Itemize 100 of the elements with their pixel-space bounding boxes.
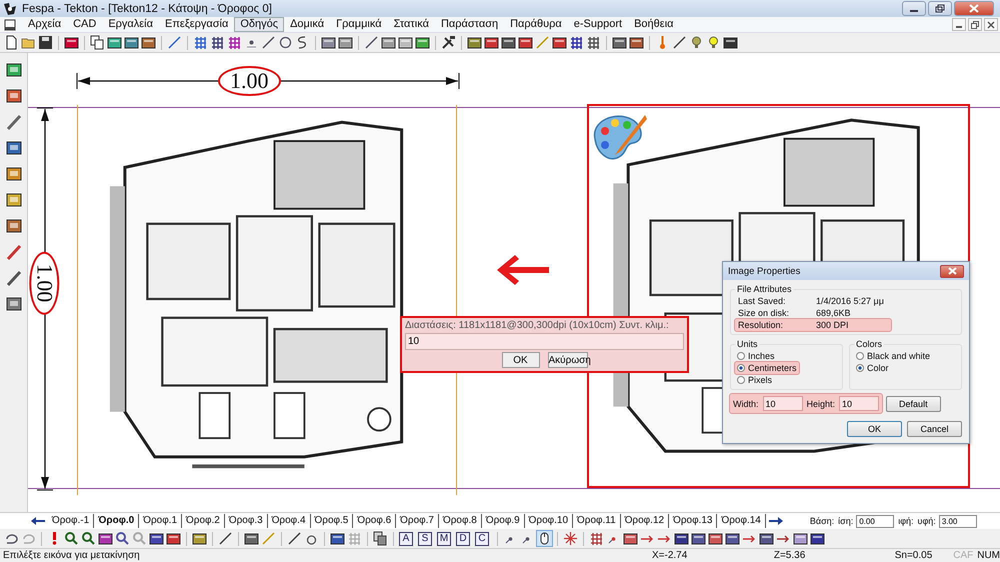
menu-item[interactable]: Δομικά <box>284 17 330 32</box>
panel-icon[interactable] <box>501 35 516 50</box>
floor-tab[interactable]: Όροφ.4 <box>268 514 311 528</box>
line-icon[interactable] <box>167 35 182 50</box>
magnifier-icon[interactable] <box>64 531 79 546</box>
line-icon[interactable] <box>364 35 379 50</box>
radio-button[interactable] <box>737 364 745 372</box>
floor-tab[interactable]: Όροφ.13 <box>669 514 718 528</box>
grid-icon[interactable] <box>193 35 208 50</box>
scale-input[interactable]: 10 <box>405 333 684 350</box>
radio-button[interactable] <box>737 376 745 384</box>
line-icon[interactable] <box>261 35 276 50</box>
floor-tab[interactable]: Όροφ.7 <box>396 514 439 528</box>
panel-icon[interactable] <box>192 531 207 546</box>
floor-tab[interactable]: Όροφ.5 <box>310 514 354 528</box>
circle-icon[interactable] <box>278 35 293 50</box>
menu-item[interactable]: CAD <box>67 17 102 32</box>
panel-icon[interactable] <box>141 35 156 50</box>
menu-item[interactable]: Οδηγός <box>234 17 284 32</box>
copy-icon[interactable] <box>373 531 388 546</box>
panel-icon[interactable] <box>64 35 79 50</box>
menu-item[interactable]: Παράθυρα <box>504 17 568 32</box>
mode-button[interactable]: C <box>475 532 489 546</box>
menu-item[interactable]: Βοήθεια <box>628 17 680 32</box>
radio-label[interactable]: Pixels <box>748 375 772 385</box>
ok-button[interactable]: OK <box>502 352 540 368</box>
radio-label[interactable]: Black and white <box>867 351 930 361</box>
panel-icon[interactable] <box>612 35 627 50</box>
minimize-button[interactable] <box>952 18 966 31</box>
bulb-icon[interactable] <box>706 35 721 50</box>
panel-icon[interactable] <box>691 531 706 546</box>
panel-icon[interactable] <box>338 35 353 50</box>
line-icon[interactable] <box>218 531 233 546</box>
panel-icon[interactable] <box>810 531 825 546</box>
grid-icon[interactable] <box>210 35 225 50</box>
panel-icon[interactable] <box>723 35 738 50</box>
floor-tab[interactable]: Όροφ.14 <box>717 514 766 528</box>
radio-button[interactable] <box>737 352 745 360</box>
level-input[interactable]: 0.00 <box>856 514 894 528</box>
close-button[interactable] <box>984 18 998 31</box>
height-input[interactable]: 10 <box>839 396 880 411</box>
panel-icon[interactable] <box>415 35 430 50</box>
panel-icon[interactable] <box>107 35 122 50</box>
panel-icon[interactable] <box>398 35 413 50</box>
restore-button[interactable] <box>928 1 952 16</box>
hammer-icon[interactable] <box>441 35 456 50</box>
grid-icon[interactable] <box>569 35 584 50</box>
floor-tab[interactable]: Όροφ.1 <box>139 514 182 528</box>
floor-tab[interactable]: Όροφ.12 <box>620 514 670 528</box>
panel-icon[interactable] <box>149 531 164 546</box>
mouse-icon[interactable] <box>537 531 552 546</box>
menu-item[interactable]: Παράσταση <box>434 17 504 32</box>
ok-button[interactable]: OK <box>847 421 902 437</box>
floor-tab[interactable]: Όροφ.11 <box>573 514 621 528</box>
line-icon[interactable] <box>287 531 302 546</box>
cancel-button[interactable]: Cancel <box>907 421 962 437</box>
restore-button[interactable] <box>968 18 982 31</box>
panel-icon[interactable] <box>4 61 22 79</box>
menu-item[interactable]: Επεξεργασία <box>158 17 234 32</box>
menu-item[interactable]: Εργαλεία <box>102 17 159 32</box>
menu-item[interactable]: Γραμμικά <box>330 17 388 32</box>
panel-icon[interactable] <box>98 531 113 546</box>
panel-icon[interactable] <box>552 35 567 50</box>
grid-icon[interactable] <box>589 531 604 546</box>
floor-tab[interactable]: Όροφ.10 <box>524 514 574 528</box>
panel-icon[interactable] <box>381 35 396 50</box>
line-icon[interactable] <box>672 35 687 50</box>
radio-label[interactable]: Centimeters <box>748 363 797 373</box>
floor-tab[interactable]: Όροφ.6 <box>353 514 396 528</box>
panel-icon[interactable] <box>4 217 22 235</box>
menu-item[interactable]: e-Support <box>568 17 628 32</box>
panel-icon[interactable] <box>518 35 533 50</box>
panel-icon[interactable] <box>623 531 638 546</box>
minimize-button[interactable] <box>902 1 926 16</box>
panel-icon[interactable] <box>759 531 774 546</box>
mode-button[interactable]: D <box>456 532 470 546</box>
panel-icon[interactable] <box>629 35 644 50</box>
grid-icon[interactable] <box>586 35 601 50</box>
panel-icon[interactable] <box>484 35 499 50</box>
panel-icon[interactable] <box>793 531 808 546</box>
page-icon[interactable] <box>4 35 19 50</box>
menu-item[interactable]: Αρχεία <box>22 17 68 32</box>
panel-icon[interactable] <box>4 191 22 209</box>
panel-icon[interactable] <box>674 531 689 546</box>
panel-icon[interactable] <box>4 165 22 183</box>
default-button[interactable]: Default <box>886 396 941 412</box>
pencil-icon[interactable] <box>4 113 22 131</box>
arrow-left-icon[interactable] <box>30 516 46 526</box>
panel-icon[interactable] <box>4 295 22 313</box>
pencil-icon[interactable] <box>4 269 22 287</box>
asterisk-icon[interactable] <box>563 531 578 546</box>
floor-tab[interactable]: Όροφ.0 <box>94 514 140 528</box>
height-input[interactable]: 3.00 <box>938 514 977 528</box>
floor-tab[interactable]: Όροφ.8 <box>439 514 482 528</box>
radio-button[interactable] <box>856 364 864 372</box>
bulb-icon[interactable] <box>689 35 704 50</box>
radio-label[interactable]: Inches <box>748 351 775 361</box>
close-button[interactable] <box>954 1 994 16</box>
panel-icon[interactable] <box>244 531 259 546</box>
panel-icon[interactable] <box>4 87 22 105</box>
